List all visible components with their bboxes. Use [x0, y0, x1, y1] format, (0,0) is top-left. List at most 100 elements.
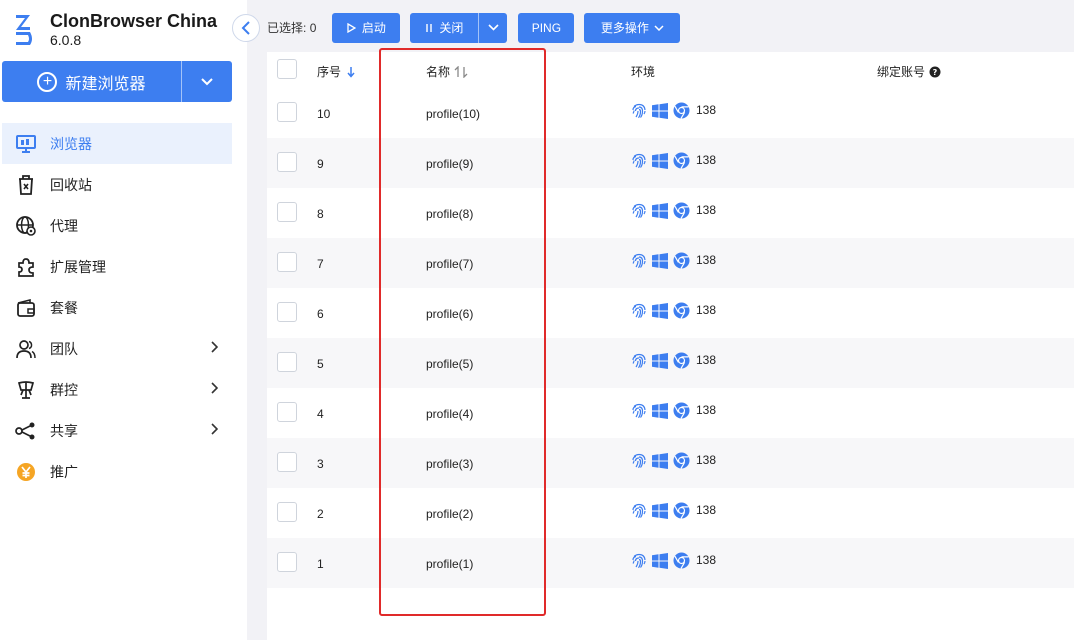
sidebar-item-label: 浏览器 — [50, 135, 92, 152]
trash-icon — [14, 173, 38, 197]
row-index: 4 — [317, 407, 324, 421]
chevron-right-icon — [211, 423, 218, 435]
table-row[interactable]: 7 profile(7) 138 — [267, 238, 1074, 288]
share-icon — [14, 419, 38, 443]
play-icon — [347, 22, 356, 33]
row-environment: 138 — [631, 202, 716, 219]
row-index: 10 — [317, 107, 331, 121]
sidebar-item-extensions[interactable]: 扩展管理 — [2, 246, 232, 287]
sidebar-nav: 浏览器 回收站 代理 扩展管理 套餐 团队 群控 共享 推广 — [2, 123, 232, 492]
sidebar-item-label: 群控 — [50, 381, 78, 398]
table-row[interactable]: 1 profile(1) 138 — [267, 538, 1074, 588]
sidebar-item-plan[interactable]: 套餐 — [2, 287, 232, 328]
browser-version: 138 — [696, 152, 717, 167]
chrome-icon — [673, 552, 690, 569]
fingerprint-icon — [631, 503, 647, 519]
chrome-icon — [673, 102, 690, 119]
table-row[interactable]: 5 profile(5) 138 — [267, 338, 1074, 388]
profiles-table: 序号 名称 环境 绑定账号 ? 10 profile(10) 138 9 profile… — [267, 52, 1074, 640]
chrome-icon — [673, 302, 690, 319]
windows-icon — [652, 152, 668, 169]
new-browser-button[interactable]: + 新建浏览器 — [2, 61, 181, 102]
chevron-down-icon — [201, 77, 213, 85]
table-row[interactable]: 9 profile(9) 138 — [267, 138, 1074, 188]
fingerprint-icon — [631, 153, 647, 169]
chrome-icon — [673, 452, 690, 469]
help-icon: ? — [929, 66, 941, 77]
row-checkbox[interactable] — [277, 152, 297, 172]
table-body: 10 profile(10) 138 9 profile(9) 138 8 profile(8… — [267, 88, 1074, 588]
browser-version: 138 — [696, 302, 717, 317]
windows-icon — [652, 402, 668, 419]
browser-version: 138 — [696, 402, 717, 417]
browser-version: 138 — [696, 102, 717, 117]
new-browser-dropdown-button[interactable] — [181, 61, 232, 102]
sidebar-item-share[interactable]: 共享 — [2, 410, 232, 451]
sidebar-item-browser[interactable]: 浏览器 — [2, 123, 232, 164]
sidebar-item-label: 代理 — [50, 217, 78, 234]
sidebar-item-label: 扩展管理 — [50, 258, 106, 275]
chevron-down-icon — [654, 24, 664, 31]
sidebar-item-group-control[interactable]: 群控 — [2, 369, 232, 410]
sort-down-icon — [347, 66, 355, 78]
start-label: 启动 — [361, 21, 386, 35]
close-button[interactable]: 关闭 — [410, 12, 479, 43]
browser-version: 138 — [696, 352, 717, 367]
sidebar-item-promotion[interactable]: 推广 — [2, 451, 232, 492]
collapse-sidebar-button[interactable] — [232, 14, 260, 42]
row-profile-name: profile(2) — [426, 507, 474, 521]
sidebar-item-recycle-bin[interactable]: 回收站 — [2, 164, 232, 205]
pause-icon — [425, 23, 433, 33]
sidebar-item-team[interactable]: 团队 — [2, 328, 232, 369]
name-header-label: 名称 — [426, 65, 451, 79]
select-all-checkbox[interactable] — [277, 59, 297, 79]
start-button[interactable]: 启动 — [332, 12, 401, 43]
table-row[interactable]: 6 profile(6) 138 — [267, 288, 1074, 338]
row-checkbox[interactable] — [277, 452, 297, 472]
fingerprint-icon — [631, 403, 647, 419]
plus-circle-icon: + — [37, 71, 58, 92]
row-environment: 138 — [631, 452, 716, 469]
close-dropdown-button[interactable] — [478, 12, 508, 43]
globe-icon — [14, 214, 38, 238]
index-column-header[interactable]: 序号 — [317, 63, 355, 80]
table-row[interactable]: 4 profile(4) 138 — [267, 388, 1074, 438]
account-column-header: 绑定账号 ? — [877, 63, 941, 80]
browser-version: 138 — [696, 452, 717, 467]
row-index: 2 — [317, 507, 324, 521]
row-checkbox[interactable] — [277, 102, 297, 122]
new-browser-label: 新建浏览器 — [65, 75, 146, 93]
name-column-header[interactable]: 名称 — [426, 63, 468, 80]
ping-button[interactable]: PING — [518, 12, 575, 43]
more-actions-button[interactable]: 更多操作 — [584, 12, 681, 43]
table-row[interactable]: 10 profile(10) 138 — [267, 88, 1074, 138]
sidebar-item-proxy[interactable]: 代理 — [2, 205, 232, 246]
chrome-icon — [673, 352, 690, 369]
clonbrowser-logo — [16, 15, 32, 45]
fingerprint-icon — [631, 103, 647, 119]
row-checkbox[interactable] — [277, 502, 297, 522]
index-header-label: 序号 — [317, 65, 342, 79]
fingerprint-icon — [631, 453, 647, 469]
more-actions-label: 更多操作 — [600, 21, 649, 35]
env-column-header: 环境 — [631, 63, 655, 80]
account-header-label: 绑定账号 — [877, 65, 926, 79]
table-row[interactable]: 2 profile(2) 138 — [267, 488, 1074, 538]
row-checkbox[interactable] — [277, 402, 297, 422]
sidebar-item-label: 共享 — [50, 422, 78, 439]
close-label: 关闭 — [439, 21, 464, 35]
row-profile-name: profile(1) — [426, 557, 474, 571]
windows-icon — [652, 502, 668, 519]
fingerprint-icon — [631, 353, 647, 369]
row-checkbox[interactable] — [277, 352, 297, 372]
table-row[interactable]: 3 profile(3) 138 — [267, 438, 1074, 488]
row-checkbox[interactable] — [277, 202, 297, 222]
row-index: 9 — [317, 157, 324, 171]
table-row[interactable]: 8 profile(8) 138 — [267, 188, 1074, 238]
row-profile-name: profile(7) — [426, 257, 474, 271]
row-checkbox[interactable] — [277, 252, 297, 272]
row-profile-name: profile(10) — [426, 107, 481, 121]
row-checkbox[interactable] — [277, 302, 297, 322]
row-checkbox[interactable] — [277, 552, 297, 572]
row-environment: 138 — [631, 552, 716, 569]
